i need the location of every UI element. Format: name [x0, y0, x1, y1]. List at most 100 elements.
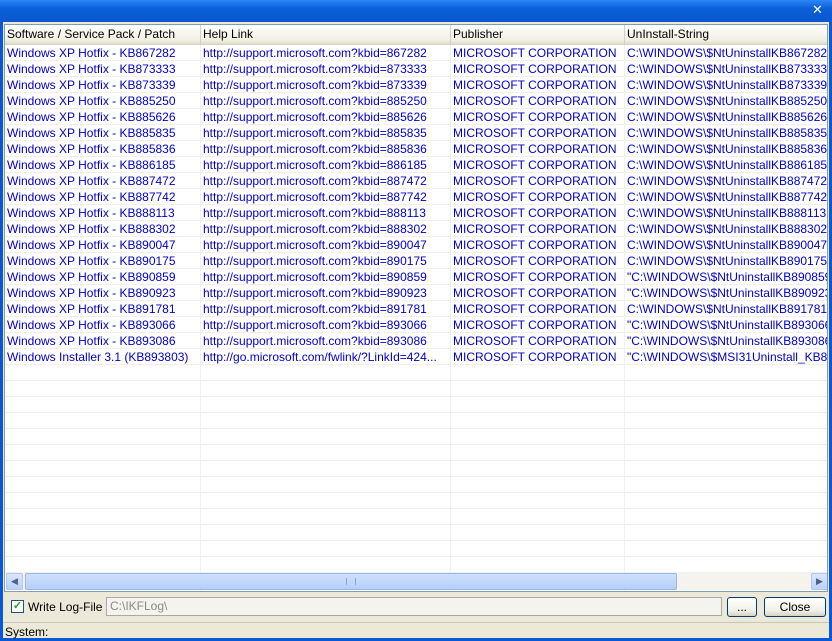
status-bar: System:	[3, 622, 829, 639]
cell-software: Windows XP Hotfix - KB893086	[7, 334, 176, 348]
cell-publisher: MICROSOFT CORPORATION	[453, 190, 617, 204]
table-row[interactable]: Windows XP Hotfix - KB885835 http://suppo…	[5, 125, 828, 141]
column-header-software[interactable]: Software / Service Pack / Patch	[5, 25, 201, 44]
cell-software: Windows XP Hotfix - KB867282	[7, 46, 176, 60]
cell-publisher: MICROSOFT CORPORATION	[453, 286, 617, 300]
cell-uninstall-string: C:\WINDOWS\$NtUninstallKB885835	[627, 126, 828, 140]
cell-publisher: MICROSOFT CORPORATION	[453, 302, 617, 316]
cell-publisher: MICROSOFT CORPORATION	[453, 222, 617, 236]
scroll-left-button[interactable]: ◀	[6, 573, 23, 590]
cell-software: Windows XP Hotfix - KB890859	[7, 270, 176, 284]
log-path-field[interactable]: C:\IKFLog\	[106, 597, 722, 616]
table-row[interactable]: Windows XP Hotfix - KB873333 http://suppo…	[5, 61, 827, 77]
column-header-uninstall-string[interactable]: UnInstall-String	[625, 25, 827, 44]
table-row[interactable]: Windows XP Hotfix - KB873339 http://suppo…	[5, 77, 828, 93]
table-row[interactable]: Windows XP Hotfix - KB893066 http://suppo…	[5, 317, 828, 333]
cell-software: Windows XP Hotfix - KB890175	[7, 254, 176, 268]
cell-uninstall-string: C:\WINDOWS\$NtUninstallKB867282	[627, 46, 828, 60]
write-log-label[interactable]: Write Log-File	[28, 600, 102, 614]
cell-uninstall-string: C:\WINDOWS\$NtUninstallKB888302	[627, 222, 828, 236]
cell-publisher: MICROSOFT CORPORATION	[453, 158, 617, 172]
cell-uninstall-string: C:\WINDOWS\$NtUninstallKB886185	[627, 158, 828, 172]
cell-publisher: MICROSOFT CORPORATION	[453, 142, 617, 156]
status-text: System:	[5, 625, 49, 639]
cell-uninstall-string: "C:\WINDOWS\$MSI31Uninstall_KB893803	[627, 350, 828, 364]
cell-software: Windows XP Hotfix - KB888113	[7, 206, 175, 220]
cell-software: Windows XP Hotfix - KB888302	[7, 222, 176, 236]
cell-help-link: http://go.microsoft.com/fwlink/?LinkId=4…	[203, 350, 437, 364]
cell-uninstall-string: C:\WINDOWS\$NtUninstallKB873339	[627, 78, 828, 92]
cell-publisher: MICROSOFT CORPORATION	[453, 46, 617, 60]
cell-help-link: http://support.microsoft.com?kbid=890047	[203, 238, 427, 252]
table-row[interactable]: Windows XP Hotfix - KB886185 http://suppo…	[5, 157, 828, 173]
table-row[interactable]: Windows XP Hotfix - KB893086 http://suppo…	[5, 333, 827, 349]
cell-software: Windows XP Hotfix - KB887742	[7, 190, 176, 204]
browse-button[interactable]: ...	[727, 597, 757, 617]
cell-help-link: http://support.microsoft.com?kbid=885835	[203, 126, 427, 140]
table-row[interactable]: Windows XP Hotfix - KB890923 http://suppo…	[5, 285, 828, 301]
column-header-publisher[interactable]: Publisher	[451, 25, 625, 44]
cell-help-link: http://support.microsoft.com?kbid=873333	[203, 62, 427, 76]
cell-help-link: http://support.microsoft.com?kbid=893086	[203, 334, 427, 348]
cell-help-link: http://support.microsoft.com?kbid=885836	[203, 142, 427, 156]
table-row[interactable]: Windows XP Hotfix - KB887742 http://suppo…	[5, 189, 827, 205]
cell-help-link: http://support.microsoft.com?kbid=887472	[203, 174, 427, 188]
cell-uninstall-string: C:\WINDOWS\$NtUninstallKB890175	[627, 254, 828, 268]
cell-help-link: http://support.microsoft.com?kbid=893066	[203, 318, 427, 332]
cell-publisher: MICROSOFT CORPORATION	[453, 94, 617, 108]
cell-software: Windows XP Hotfix - KB890047	[7, 238, 176, 252]
column-header-row: Software / Service Pack / Patch Help Lin…	[5, 25, 827, 45]
cell-uninstall-string: "C:\WINDOWS\$NtUninstallKB893066	[627, 318, 828, 332]
write-log-checkbox[interactable]: ✓	[11, 600, 24, 613]
cell-software: Windows XP Hotfix - KB886185	[7, 158, 176, 172]
scroll-thumb[interactable]	[25, 573, 677, 590]
cell-software: Windows Installer 3.1 (KB893803)	[7, 350, 189, 364]
table-row[interactable]: Windows XP Hotfix - KB888302 http://suppo…	[5, 221, 828, 237]
cell-software: Windows XP Hotfix - KB885836	[7, 142, 176, 156]
cell-software: Windows XP Hotfix - KB873339	[7, 78, 176, 92]
table-row[interactable]: Windows XP Hotfix - KB885626 http://suppo…	[5, 109, 827, 125]
cell-publisher: MICROSOFT CORPORATION	[453, 126, 617, 140]
table-row[interactable]: Windows XP Hotfix - KB885836 http://suppo…	[5, 141, 828, 157]
table-row[interactable]: Windows XP Hotfix - KB885250 http://suppo…	[5, 93, 827, 109]
table-row[interactable]: Windows Installer 3.1 (KB893803) http://g…	[5, 349, 828, 365]
table-row[interactable]: Windows XP Hotfix - KB888113 http://suppo…	[5, 205, 827, 221]
cell-publisher: MICROSOFT CORPORATION	[453, 78, 617, 92]
cell-help-link: http://support.microsoft.com?kbid=867282	[203, 46, 427, 60]
table-row[interactable]: Windows XP Hotfix - KB887472 http://suppo…	[5, 173, 828, 189]
cell-uninstall-string: C:\WINDOWS\$NtUninstallKB885836	[627, 142, 828, 156]
cell-help-link: http://support.microsoft.com?kbid=873339	[203, 78, 427, 92]
cell-uninstall-string: "C:\WINDOWS\$NtUninstallKB890859	[627, 270, 828, 284]
cell-help-link: http://support.microsoft.com?kbid=888302	[203, 222, 427, 236]
cell-help-link: http://support.microsoft.com?kbid=885250	[203, 94, 427, 108]
cell-publisher: MICROSOFT CORPORATION	[453, 238, 617, 252]
table-row[interactable]: Windows XP Hotfix - KB890859 http://suppo…	[5, 269, 828, 285]
cell-uninstall-string: "C:\WINDOWS\$NtUninstallKB890923	[627, 286, 828, 300]
cell-uninstall-string: C:\WINDOWS\$NtUninstallKB891781	[627, 302, 828, 316]
column-header-help-link[interactable]: Help Link	[201, 25, 451, 44]
close-window-icon[interactable]: ✕	[809, 3, 826, 19]
cell-help-link: http://support.microsoft.com?kbid=887742	[203, 190, 427, 204]
cell-publisher: MICROSOFT CORPORATION	[453, 110, 617, 124]
cell-software: Windows XP Hotfix - KB885250	[7, 94, 176, 108]
cell-software: Windows XP Hotfix - KB890923	[7, 286, 176, 300]
close-button[interactable]: Close	[764, 597, 826, 617]
table-row[interactable]: Windows XP Hotfix - KB891781 http://suppo…	[5, 301, 828, 317]
table-row[interactable]: Windows XP Hotfix - KB890047 http://suppo…	[5, 237, 828, 253]
scroll-grip-icon	[346, 578, 356, 585]
cell-publisher: MICROSOFT CORPORATION	[453, 206, 617, 220]
cell-help-link: http://support.microsoft.com?kbid=891781	[203, 302, 427, 316]
cell-uninstall-string: C:\WINDOWS\$NtUninstallKB888113	[627, 206, 827, 220]
software-list-view[interactable]: Software / Service Pack / Patch Help Lin…	[4, 24, 828, 592]
cell-uninstall-string: C:\WINDOWS\$NtUninstallKB890047	[627, 238, 828, 252]
cell-uninstall-string: C:\WINDOWS\$NtUninstallKB887472	[627, 174, 828, 188]
scroll-right-button[interactable]: ▶	[811, 573, 827, 590]
horizontal-scrollbar[interactable]: ◀ ▶	[6, 573, 827, 590]
cell-software: Windows XP Hotfix - KB885626	[7, 110, 176, 124]
cell-help-link: http://support.microsoft.com?kbid=890923	[203, 286, 427, 300]
table-row[interactable]: Windows XP Hotfix - KB867282 http://suppo…	[5, 45, 828, 61]
app-window: ✕ Software / Service Pack / Patch Help L…	[0, 0, 832, 641]
cell-software: Windows XP Hotfix - KB893066	[7, 318, 176, 332]
table-row[interactable]: Windows XP Hotfix - KB890175 http://suppo…	[5, 253, 828, 269]
cell-publisher: MICROSOFT CORPORATION	[453, 350, 617, 364]
